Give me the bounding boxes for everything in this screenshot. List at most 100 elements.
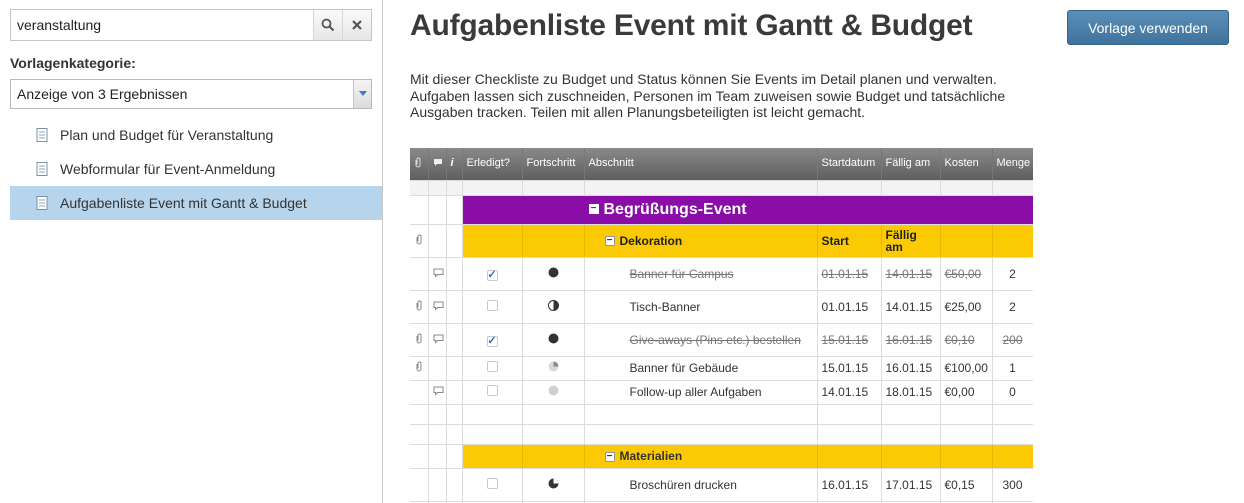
paperclip-icon <box>415 157 421 168</box>
task-start: 01.01.15 <box>817 290 882 324</box>
task-start: 15.01.15 <box>817 323 882 357</box>
task-qty: 2 <box>992 257 1033 291</box>
task-due: 14.01.15 <box>881 290 941 324</box>
progress-half-icon <box>547 299 559 311</box>
paperclip-icon <box>416 300 422 310</box>
task-qty: 300 <box>992 468 1033 502</box>
task-start: 14.01.15 <box>817 380 882 405</box>
preview-group-row: − Dekoration Start Fällig am <box>410 224 1033 258</box>
template-item[interactable]: Webformular für Event-Anmeldung <box>10 152 382 186</box>
done-checkbox <box>486 477 498 489</box>
document-icon <box>36 128 48 142</box>
col-header-erledigt: Erledigt? <box>462 148 523 181</box>
done-checkbox <box>486 299 498 311</box>
group-faellig: Fällig am <box>881 224 941 258</box>
sidebar: Vorlagenkategorie: Anzeige von 3 Ergebni… <box>0 0 383 503</box>
category-select-value: Anzeige von 3 Ergebnissen <box>17 86 188 102</box>
task-qty: 0 <box>992 380 1033 405</box>
comment-icon <box>433 334 443 344</box>
task-name: Banner für Campus <box>584 257 818 291</box>
template-item-selected[interactable]: Aufgabenliste Event mit Gantt & Budget <box>10 186 382 220</box>
task-name: Tisch-Banner <box>584 290 818 324</box>
template-item-label: Plan und Budget für Veranstaltung <box>60 127 274 143</box>
paperclip-icon <box>416 333 422 343</box>
template-preview: i Erledigt? Fortschritt Abschnitt Startd… <box>410 148 1033 503</box>
preview-task-row: Follow-up aller Aufgaben 14.01.15 18.01.… <box>410 380 1033 405</box>
use-template-button[interactable]: Vorlage verwenden <box>1067 10 1229 45</box>
preview-section-row: − Begrüßungs-Event <box>410 195 1033 225</box>
clear-search-button[interactable] <box>342 10 371 40</box>
preview-group-row: − Materialien <box>410 444 1033 469</box>
comment-icon <box>433 268 443 278</box>
search-input[interactable] <box>11 10 313 40</box>
group-title-cell: − Dekoration <box>584 224 818 258</box>
comment-icon <box>433 386 443 396</box>
col-header-faellig: Fällig am <box>881 148 941 181</box>
dropdown-arrow[interactable] <box>353 80 371 108</box>
paperclip-icon <box>416 361 422 372</box>
group-title: Dekoration <box>619 233 683 248</box>
progress-quarter-icon <box>548 361 558 372</box>
template-item-label: Aufgabenliste Event mit Gantt & Budget <box>60 195 307 211</box>
document-icon <box>36 196 48 210</box>
comment-icon <box>433 301 443 311</box>
preview-task-row: Tisch-Banner 01.01.15 14.01.15 €25,00 2 <box>410 290 1033 324</box>
category-label: Vorlagenkategorie: <box>10 55 136 71</box>
category-select[interactable]: Anzeige von 3 Ergebnissen <box>10 79 372 109</box>
paperclip-icon <box>416 234 422 244</box>
section-title: Begrüßungs-Event <box>603 200 747 218</box>
task-start: 15.01.15 <box>817 356 882 381</box>
search-box <box>10 9 372 41</box>
document-icon <box>36 162 48 176</box>
collapse-icon: − <box>604 451 615 462</box>
task-cost: €100,00 <box>940 356 993 381</box>
preview-header-row: i Erledigt? Fortschritt Abschnitt Startd… <box>410 148 1033 181</box>
page: Vorlagenkategorie: Anzeige von 3 Ergebni… <box>0 0 1244 503</box>
task-name: Broschüren drucken <box>584 468 818 502</box>
group-title: Materialien <box>619 449 683 463</box>
attachment-col-header <box>410 148 429 181</box>
search-button[interactable] <box>313 10 342 40</box>
col-header-abschnitt: Abschnitt <box>584 148 818 181</box>
comment-icon <box>433 158 442 166</box>
col-header-startdatum: Startdatum <box>817 148 882 181</box>
col-header-fortschritt: Fortschritt <box>522 148 585 181</box>
task-due: 17.01.15 <box>881 468 941 502</box>
task-cost: €50,00 <box>940 257 993 291</box>
template-description: Mit dieser Checkliste zu Budget und Stat… <box>410 71 1006 120</box>
done-checkbox <box>486 361 498 372</box>
preview-row <box>410 424 1033 445</box>
done-checkbox: ✓ <box>486 334 498 347</box>
task-qty: 1 <box>992 356 1033 381</box>
progress-three-quarter-icon <box>548 478 558 488</box>
progress-full-icon <box>548 333 558 343</box>
task-due: 18.01.15 <box>881 380 941 405</box>
task-name: Banner für Gebäude <box>584 356 818 381</box>
col-header-kosten: Kosten <box>940 148 993 181</box>
task-due: 16.01.15 <box>881 323 941 357</box>
progress-empty-icon <box>548 385 558 396</box>
progress-full-icon <box>548 267 558 277</box>
col-header-menge: Menge <box>992 148 1033 181</box>
task-due: 14.01.15 <box>881 257 941 291</box>
collapse-icon: − <box>604 236 615 247</box>
comment-col-header <box>428 148 447 181</box>
group-start: Start <box>817 224 882 258</box>
search-icon <box>321 18 335 32</box>
preview-task-row: Broschüren drucken 16.01.15 17.01.15 €0,… <box>410 468 1033 502</box>
done-checkbox: ✓ <box>486 268 498 281</box>
template-item-label: Webformular für Event-Anmeldung <box>60 161 276 177</box>
task-qty: 200 <box>992 323 1033 357</box>
preview-task-row: Banner für Gebäude 15.01.15 16.01.15 €10… <box>410 356 1033 381</box>
page-title: Aufgabenliste Event mit Gantt & Budget <box>410 9 973 42</box>
section-title-cell: − Begrüßungs-Event <box>584 195 818 225</box>
task-name: Follow-up aller Aufgaben <box>584 380 818 405</box>
preview-row <box>410 404 1033 425</box>
group-title-cell: − Materialien <box>584 444 818 469</box>
template-item[interactable]: Plan und Budget für Veranstaltung <box>10 118 382 152</box>
preview-sheet: i Erledigt? Fortschritt Abschnitt Startd… <box>410 148 1033 503</box>
task-start: 16.01.15 <box>817 468 882 502</box>
task-cost: €0,15 <box>940 468 993 502</box>
collapse-icon: − <box>588 204 599 215</box>
task-name: Give-aways (Pins etc.) bestellen <box>584 323 818 357</box>
